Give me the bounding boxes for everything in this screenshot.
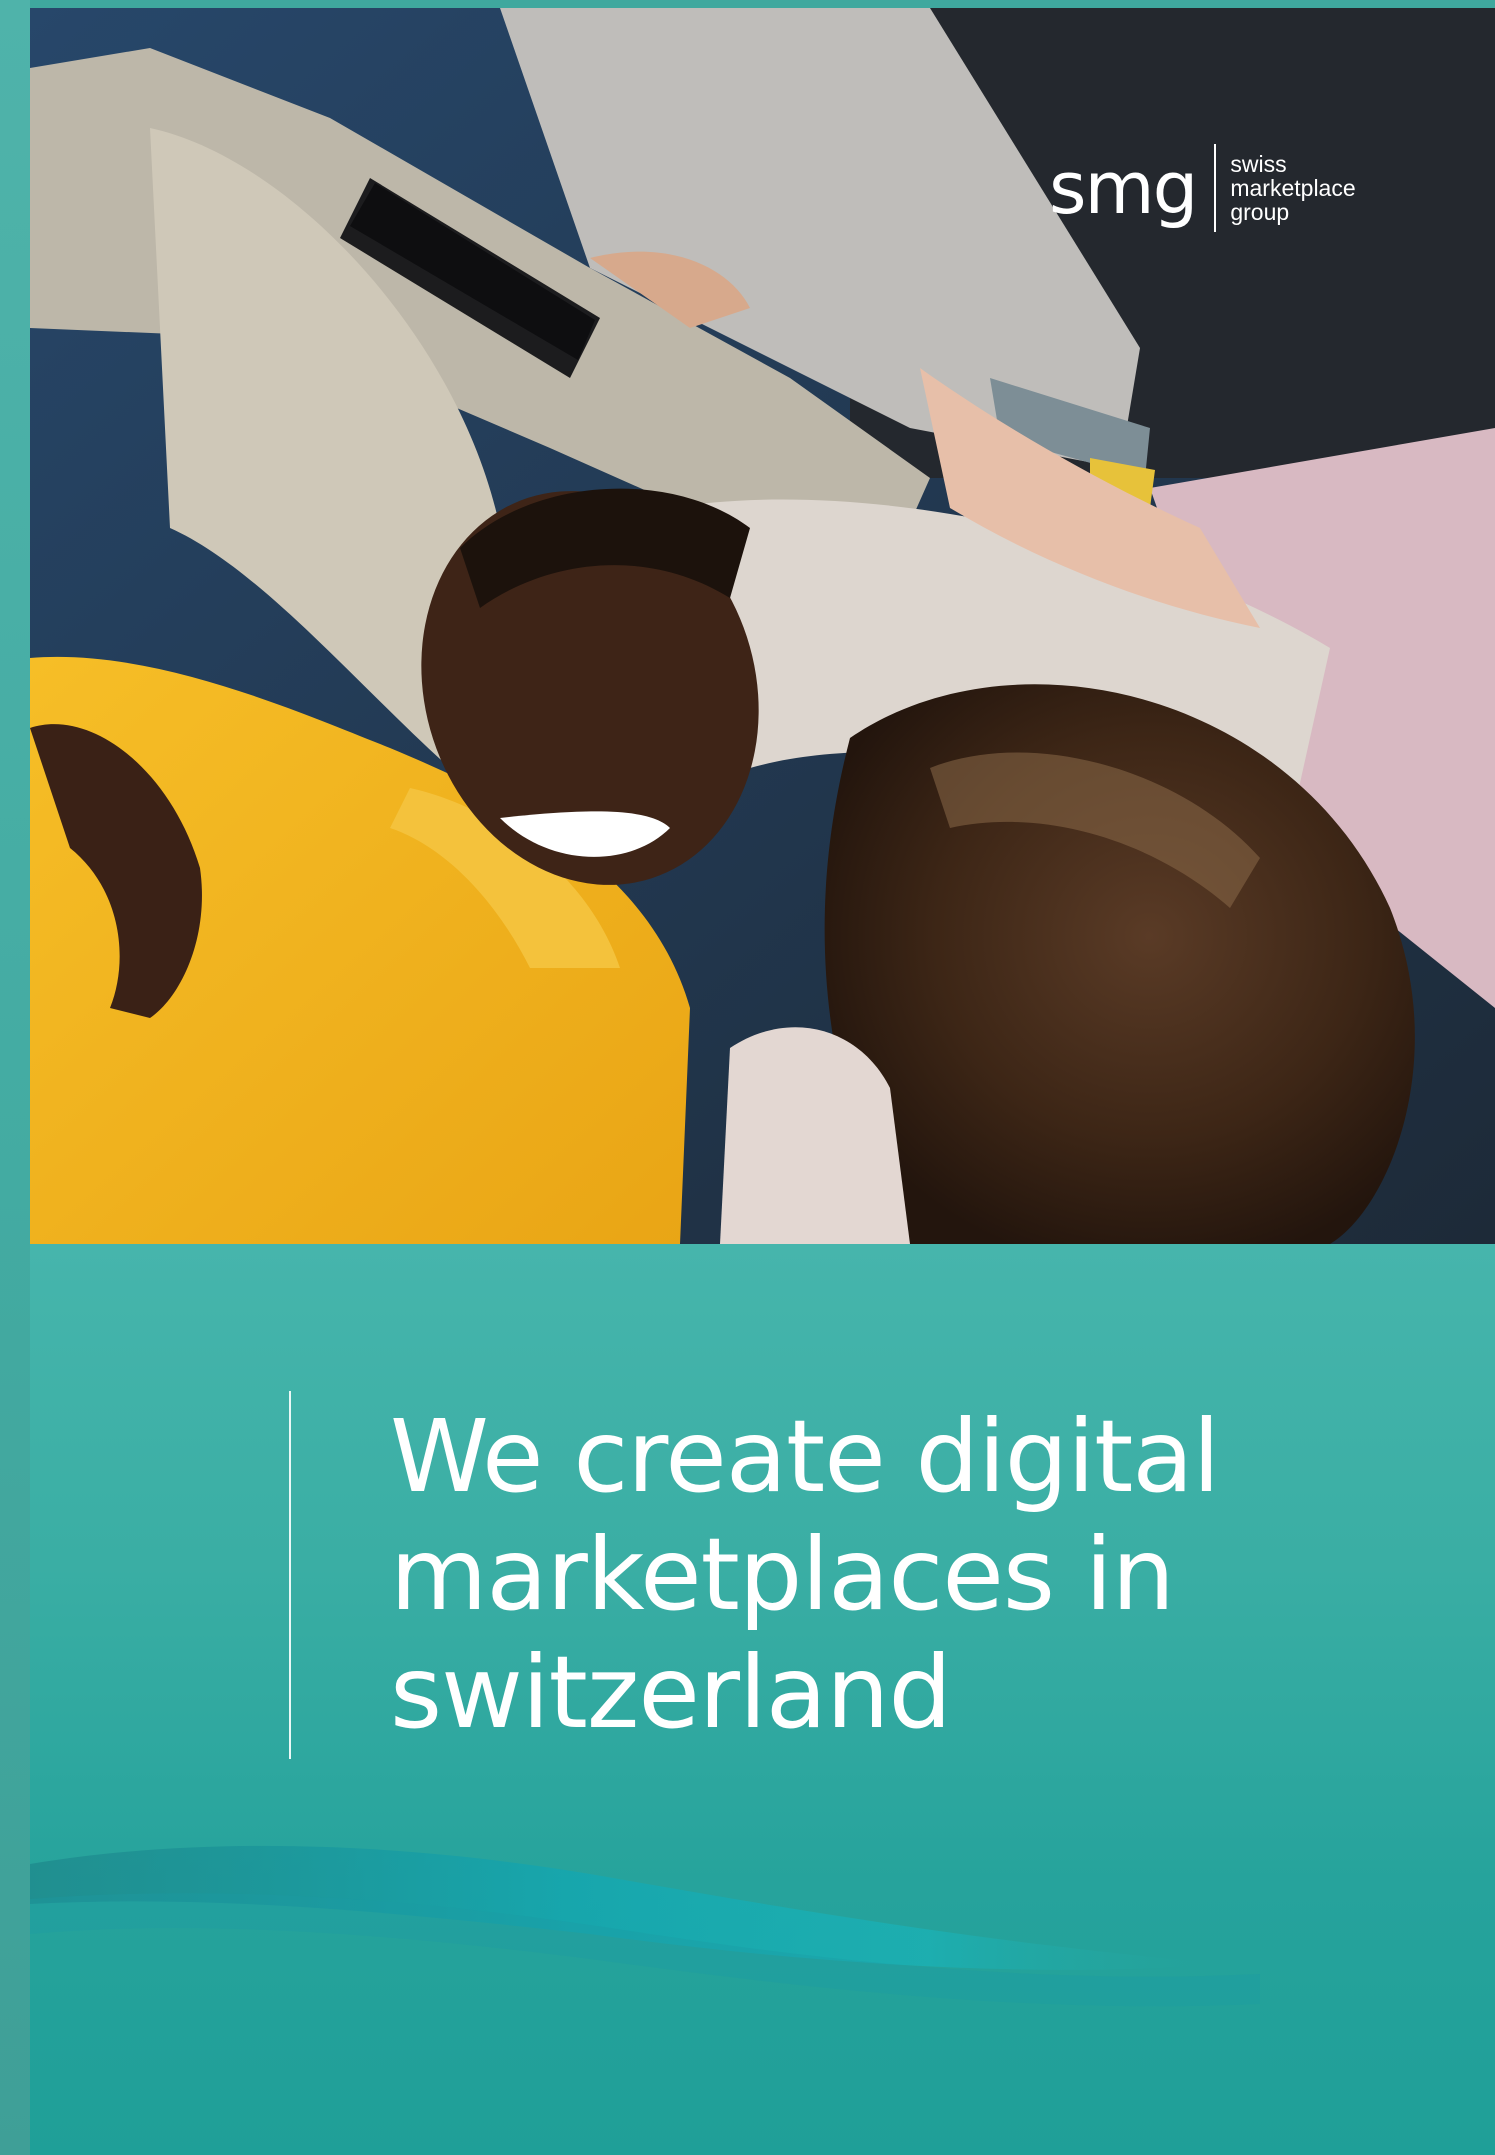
logo-word-swiss: swiss [1230, 151, 1287, 177]
logo-wordmark: swiss marketplace group [1230, 152, 1355, 224]
smg-logo: smg swiss marketplace group [1049, 138, 1419, 238]
headline-line-1: We create digital [390, 1398, 1220, 1515]
headline-line-3: switzerland [390, 1634, 952, 1751]
cover-headline: We create digital marketplaces in switze… [390, 1398, 1290, 1752]
headline-rule [289, 1391, 291, 1759]
top-strip [30, 0, 1495, 8]
headline-line-2: marketplaces in [390, 1516, 1175, 1633]
logo-word-marketplace: marketplace [1230, 175, 1356, 201]
cover-spine [0, 0, 30, 2155]
logo-mark: smg [1049, 146, 1198, 230]
logo-divider [1214, 144, 1217, 232]
cover-photo: smg swiss marketplace group [30, 8, 1495, 1244]
logo-word-group: group [1230, 199, 1290, 225]
